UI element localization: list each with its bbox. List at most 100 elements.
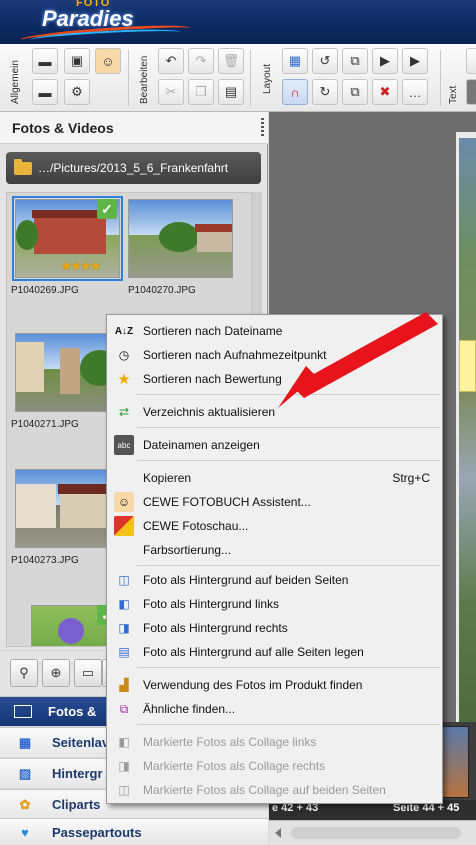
scroll-left-icon[interactable]	[275, 828, 281, 838]
text-tool-icon[interactable]	[466, 48, 476, 74]
nav-label: Seitenlav	[52, 735, 110, 750]
ribbon-group-label: Allgemein	[10, 60, 21, 104]
nav-label: Fotos &	[48, 704, 97, 719]
menu-item-bg-left[interactable]: ◧ Foto als Hintergrund links	[109, 592, 440, 616]
page-photo[interactable]	[459, 138, 476, 758]
menu-separator	[137, 565, 440, 566]
scroll-thumb[interactable]	[291, 827, 461, 839]
clipart-icon: ✿	[19, 796, 31, 812]
layout-icon: ▦	[18, 734, 32, 750]
bg-right-icon: ◨	[118, 621, 130, 635]
thumbnail-filename: P1040273.JPG	[11, 555, 79, 566]
menu-item-copy[interactable]: Kopieren Strg+C	[109, 466, 440, 490]
find-similar-icon: ⧉	[119, 701, 129, 716]
delete-icon[interactable]: 🗑	[218, 48, 244, 74]
menu-separator	[137, 460, 440, 461]
panel-title: Fotos & Videos	[0, 112, 268, 144]
panel-grip-icon[interactable]	[261, 118, 264, 136]
bg-all-icon: ▤	[118, 645, 130, 659]
text-note[interactable]	[459, 340, 476, 392]
magnet-icon[interactable]: ∩	[282, 79, 308, 105]
nav-passepartouts[interactable]: ♥ Passepartouts	[0, 818, 268, 845]
collage-left-icon: ◧	[118, 735, 130, 749]
menu-separator	[137, 724, 440, 725]
folder-icon	[14, 158, 32, 175]
arrange-front-icon[interactable]: ⧉	[342, 79, 368, 105]
photos-icon	[14, 705, 32, 718]
ribbon-group-label: Text	[448, 85, 459, 104]
ribbon-group-label: Layout	[262, 63, 273, 94]
clock-icon: ◷	[118, 348, 130, 362]
nav-label: Hintergr	[52, 766, 103, 781]
menu-item-bg-right[interactable]: ◨ Foto als Hintergrund rechts	[109, 616, 440, 640]
background-icon: ▨	[18, 765, 32, 781]
menu-separator	[137, 427, 440, 428]
bg-left-icon: ◧	[118, 597, 130, 611]
assistant-icon: ☺	[114, 492, 134, 512]
ribbon-separator	[128, 50, 129, 106]
ribbon-group-label: Bearbeiten	[139, 55, 150, 104]
slideshow-icon	[114, 516, 134, 536]
checkmark-icon: ✓	[97, 199, 117, 219]
rotate-left-icon[interactable]: ↺	[312, 48, 338, 74]
rating-stars: ★★★★	[61, 259, 101, 273]
menu-item-color-sort[interactable]: Farbsortierung...	[109, 538, 440, 562]
cut-icon[interactable]: ✂	[158, 79, 184, 105]
menu-item-slideshow[interactable]: CEWE Fotoschau...	[109, 514, 440, 538]
menu-item-collage-both: ◫ Markierte Fotos als Collage auf beiden…	[109, 778, 440, 802]
app-logo: Paradies	[42, 6, 134, 31]
menu-shortcut: Strg+C	[392, 471, 430, 485]
nav-label: Cliparts	[52, 797, 101, 812]
ribbon-separator	[250, 50, 251, 106]
filename-icon: abc	[114, 435, 134, 455]
menu-item-find-usage[interactable]: ▟ Verwendung des Fotos im Produkt finden	[109, 673, 440, 697]
menu-item-find-similar[interactable]: ⧉ Ähnliche finden...	[109, 697, 440, 721]
zoom-out-icon[interactable]: ⚲	[10, 659, 38, 687]
star-icon: ★	[117, 371, 131, 388]
folder-path-bar[interactable]: …/Pictures/2013_5_6_Frankenfahrt	[6, 152, 261, 184]
add-photo-icon[interactable]: ▣	[64, 48, 90, 74]
horizontal-scrollbar[interactable]	[269, 820, 476, 845]
collage-both-icon: ◫	[118, 783, 130, 797]
thumbnail-filename: P1040269.JPG	[11, 285, 79, 296]
find-usage-icon: ▟	[119, 678, 129, 692]
next-page-icon[interactable]: ▶	[402, 48, 428, 74]
rotate-right-icon[interactable]: ↻	[312, 79, 338, 105]
thumbnail-filename: P1040271.JPG	[11, 419, 79, 430]
folder-path: …/Pictures/2013_5_6_Frankenfahrt	[38, 161, 229, 175]
annotation-arrow	[278, 312, 438, 408]
paste-icon[interactable]: ▤	[218, 79, 244, 105]
gear-icon[interactable]: ⚙	[64, 79, 90, 105]
zoom-in-icon[interactable]: ⊕	[42, 659, 70, 687]
photo-thumbnail[interactable]	[15, 333, 120, 412]
bg-both-icon: ◫	[118, 573, 130, 587]
photo-thumbnail[interactable]	[15, 469, 120, 548]
save-icon[interactable]: ▬	[32, 48, 58, 74]
copy-icon[interactable]: ❐	[188, 79, 214, 105]
arrange-back-icon[interactable]: ⧉	[342, 48, 368, 74]
move-page-icon[interactable]: ▶	[372, 48, 398, 74]
more-icon[interactable]: …	[402, 79, 428, 105]
ribbon-separator	[440, 50, 441, 106]
passepartout-icon: ♥	[21, 824, 29, 840]
menu-item-show-filenames[interactable]: abc Dateinamen anzeigen	[109, 433, 440, 457]
grid-icon[interactable]: ▦	[282, 48, 308, 74]
menu-item-bg-both[interactable]: ◫ Foto als Hintergrund auf beiden Seiten	[109, 568, 440, 592]
text-color-icon[interactable]	[466, 79, 476, 105]
view-icon[interactable]: ▭	[74, 659, 102, 687]
menu-item-assistant[interactable]: ☺ CEWE FOTOBUCH Assistent...	[109, 490, 440, 514]
menu-item-collage-right: ◨ Markierte Fotos als Collage rechts	[109, 754, 440, 778]
redo-icon[interactable]: ↷	[188, 48, 214, 74]
refresh-icon: ⇄	[118, 405, 130, 419]
undo-icon[interactable]: ↶	[158, 48, 184, 74]
app-header: FOTO Paradies	[0, 0, 476, 44]
menu-separator	[137, 667, 440, 668]
nav-label: Passepartouts	[52, 824, 142, 840]
remove-page-icon[interactable]: ✖	[372, 79, 398, 105]
menu-item-bg-all[interactable]: ▤ Foto als Hintergrund auf alle Seiten l…	[109, 640, 440, 664]
thumbnail-filename: P1040270.JPG	[128, 285, 196, 296]
assistant-icon[interactable]: ☺	[95, 48, 121, 74]
save-as-icon[interactable]: ▬	[32, 79, 58, 105]
menu-item-collage-left: ◧ Markierte Fotos als Collage links	[109, 730, 440, 754]
photo-thumbnail[interactable]	[128, 199, 233, 278]
